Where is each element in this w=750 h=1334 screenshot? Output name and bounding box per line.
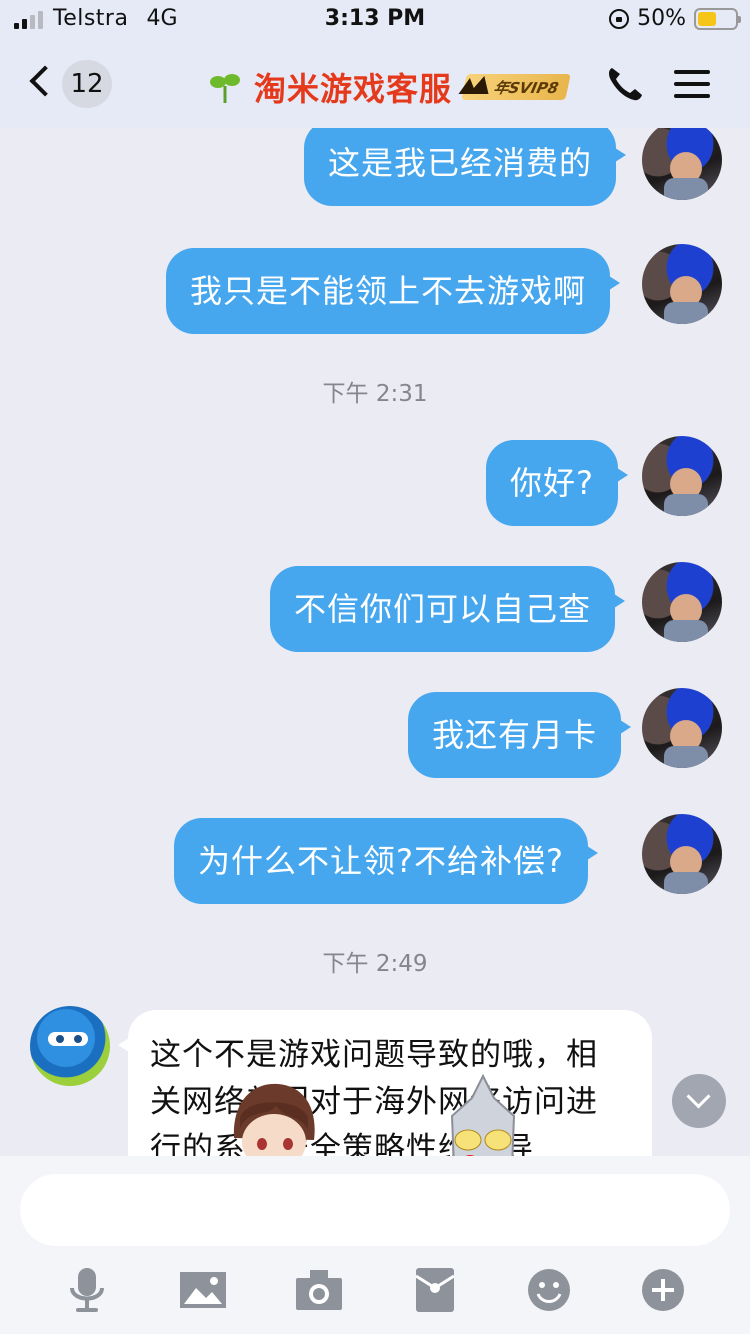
microphone-icon[interactable] <box>62 1268 112 1312</box>
message-input[interactable] <box>20 1174 730 1246</box>
user-avatar[interactable] <box>642 688 722 768</box>
status-bar: Telstra 4G 3:13 PM 50% <box>0 0 750 40</box>
chat-title: 淘米游戏客服 <box>254 70 453 108</box>
message-timestamp: 下午 2:31 <box>322 381 428 407</box>
message-text-line: 关网络部门对于海外网络访问进 <box>150 1084 598 1120</box>
outgoing-message-bubble[interactable]: 这是我已经消费的 <box>304 128 627 206</box>
user-avatar[interactable] <box>642 128 722 200</box>
composer <box>0 1156 750 1334</box>
outgoing-message-bubble[interactable]: 不信你们可以自己查 <box>270 566 626 652</box>
message-text-line: 行的系统安全策略性维护导 <box>150 1131 534 1156</box>
sprout-icon <box>210 74 240 103</box>
outgoing-message-bubble[interactable]: 我还有月卡 <box>408 692 632 778</box>
outgoing-message-bubble[interactable]: 你好? <box>486 440 628 526</box>
unread-count-badge: 12 <box>62 60 112 108</box>
svip-crown-icon <box>458 76 489 94</box>
user-avatar[interactable] <box>642 244 722 324</box>
user-avatar[interactable] <box>642 436 722 516</box>
red-packet-icon[interactable] <box>410 1268 460 1312</box>
outgoing-message-bubble[interactable]: 为什么不让领?不给补偿? <box>174 818 598 904</box>
rotation-lock-icon <box>609 8 630 29</box>
chat-header: 12 淘米游戏客服 年SVIP8 <box>0 40 750 128</box>
message-list[interactable]: 这是我已经消费的 我只是不能领上不去游戏啊 下午 2:31 你好? 不信你们可以… <box>0 128 750 1156</box>
message-timestamp: 下午 2:49 <box>322 951 428 977</box>
image-icon[interactable] <box>178 1268 228 1312</box>
chat-title-group[interactable]: 淘米游戏客服 年SVIP8 <box>208 64 572 110</box>
plus-icon[interactable] <box>638 1268 688 1312</box>
back-button[interactable]: 12 <box>28 60 118 110</box>
chevron-left-icon <box>29 65 61 97</box>
robot-hero-sticker <box>450 1073 516 1156</box>
camera-icon[interactable] <box>294 1268 344 1312</box>
emoji-icon[interactable] <box>524 1268 574 1312</box>
scroll-to-bottom-button[interactable] <box>672 1074 726 1128</box>
battery-icon <box>694 7 741 30</box>
user-avatar[interactable] <box>642 814 722 894</box>
svip-label: 年SVIP8 <box>491 78 561 97</box>
anime-boy-sticker <box>233 1083 315 1156</box>
outgoing-message-bubble[interactable]: 我只是不能领上不去游戏啊 <box>166 248 621 334</box>
phone-call-icon[interactable] <box>604 64 644 104</box>
menu-icon[interactable] <box>672 66 714 102</box>
message-text-line: 这个不是游戏问题导致的哦，相 <box>150 1037 598 1073</box>
incoming-message-bubble[interactable]: 这个不是游戏问题导致的哦，相 关网络部门对于海外网络访问进 行的系统安全策略性维… <box>118 1010 652 1156</box>
battery-percent: 50% <box>637 6 686 31</box>
service-avatar[interactable] <box>30 1006 110 1086</box>
user-avatar[interactable] <box>642 562 722 642</box>
svip-badge: 年SVIP8 <box>458 74 572 100</box>
